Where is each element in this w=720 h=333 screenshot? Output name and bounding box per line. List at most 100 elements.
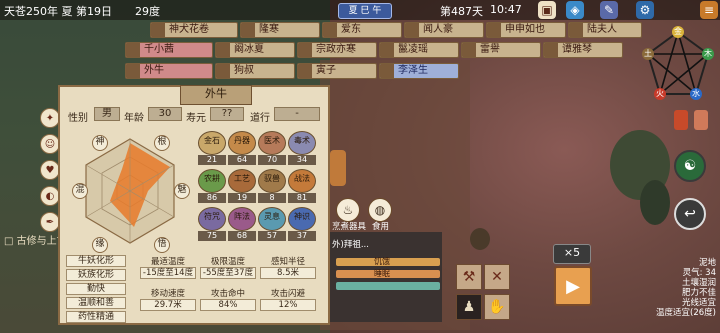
- pink-charm-icon[interactable]: [694, 110, 708, 130]
- tile-temperature: 温度适宜(26度): [656, 308, 716, 318]
- disciple-chip[interactable]: 外牛: [125, 63, 213, 79]
- trait-tag[interactable]: 勤快: [66, 283, 126, 295]
- disciple-chip[interactable]: 陆夫人: [568, 22, 642, 38]
- gender-label: 性别: [68, 113, 88, 124]
- skill-name: 工艺: [234, 174, 250, 183]
- skill-name: 神识: [294, 212, 310, 221]
- map-icon[interactable]: ◈: [566, 1, 584, 19]
- character-panel: 外牛 性别 男 年龄 30 寿元 ?? 道行 - 神 根 魅 悟 缘 混 金石 2…: [58, 85, 330, 325]
- shadow-figure-icon[interactable]: ♟: [456, 294, 482, 320]
- skill-value: 21: [198, 155, 226, 165]
- cook-tool-icon[interactable]: ♨: [336, 198, 360, 222]
- skill-name: 金石: [204, 136, 220, 145]
- age-value: 30: [148, 107, 182, 121]
- hand-icon[interactable]: ✋: [484, 294, 510, 320]
- element-label: 火: [656, 89, 664, 98]
- tile-moisture: 土壤湿润: [681, 278, 716, 288]
- skill-value: 70: [258, 155, 286, 165]
- eat-icon[interactable]: ◍: [368, 198, 392, 222]
- speed-badge[interactable]: ×5: [553, 244, 591, 264]
- skill-slot[interactable]: 符咒 75: [198, 207, 226, 241]
- heart-tab-icon[interactable]: ♥: [40, 160, 60, 180]
- season-badge[interactable]: 夏 巳 午: [338, 3, 392, 19]
- stat-label: 最适温度: [150, 257, 185, 267]
- disciple-chip[interactable]: 神犬花卷: [150, 22, 238, 38]
- skill-slot[interactable]: 工艺 19: [228, 169, 256, 203]
- skill-name: 灵息: [264, 212, 280, 221]
- five-elements-wheel[interactable]: 金 木 水 火 土: [640, 24, 716, 106]
- dig-button-icon[interactable]: ⚒: [456, 264, 482, 290]
- disciple-chip[interactable]: 千小茜: [125, 42, 213, 58]
- attribute-hexagon: 神 根 魅 悟 缘 混: [70, 129, 190, 257]
- stat-value: 8.5米: [260, 267, 316, 279]
- cancel-button-icon[interactable]: ✕: [484, 264, 510, 290]
- red-charm-icon[interactable]: [674, 110, 688, 130]
- stat-label: 攻击命中: [210, 289, 245, 299]
- disciple-chip[interactable]: 阚冰夏: [215, 42, 295, 58]
- character-sprite[interactable]: [330, 150, 346, 186]
- disciple-chip[interactable]: 宗政亦寒: [297, 42, 377, 58]
- disciple-row-1: 神犬花卷 隆寒 爱东 闻人豪 申申如也 陆夫人: [125, 22, 642, 40]
- skill-value: 37: [288, 231, 316, 241]
- disciple-chip[interactable]: 闻人豪: [404, 22, 484, 38]
- taiji-icon[interactable]: ☯: [674, 150, 706, 182]
- disciple-chip[interactable]: 爱东: [322, 22, 402, 38]
- trait-tag[interactable]: 药性精通: [66, 311, 126, 323]
- skill-slot[interactable]: 医术 70: [258, 131, 286, 165]
- skill-value: 75: [198, 231, 226, 241]
- stat-value: 29.7米: [140, 299, 196, 311]
- save-icon[interactable]: ▣: [538, 1, 556, 19]
- skill-slot[interactable]: 丹器 64: [228, 131, 256, 165]
- stat-label: 攻击闪避: [270, 289, 305, 299]
- skill-value: 57: [258, 231, 286, 241]
- meditating-figure-icon[interactable]: [470, 228, 490, 250]
- play-button-icon[interactable]: ▶: [554, 266, 592, 306]
- disciple-chip[interactable]: 狗叔: [215, 63, 295, 79]
- skill-slot[interactable]: 神识 37: [288, 207, 316, 241]
- gear-icon[interactable]: ⚙: [636, 1, 654, 19]
- clock-label: 10:47: [490, 3, 522, 16]
- back-arrow-icon[interactable]: ↩: [674, 198, 706, 230]
- skill-slot[interactable]: 农耕 86: [198, 169, 226, 203]
- stat-value: 12%: [260, 299, 316, 311]
- scroll-tab-icon[interactable]: ✒: [40, 212, 60, 232]
- info-tab-icon[interactable]: ✦: [40, 108, 60, 128]
- gender-value: 男: [94, 107, 120, 121]
- skill-slot[interactable]: 毒术 34: [288, 131, 316, 165]
- cook-label: 烹煮器具: [332, 222, 367, 232]
- hexagon-chart: [85, 138, 175, 244]
- disciple-row-3: 外牛 狗叔 寅子 李泽生: [125, 63, 565, 81]
- element-label: 水: [692, 89, 700, 98]
- disciple-chip[interactable]: 寅子: [297, 63, 377, 79]
- skill-slot[interactable]: 战法 81: [288, 169, 316, 203]
- hex-label: 神: [92, 135, 108, 151]
- disciple-chip[interactable]: 谭雅琴: [543, 42, 623, 58]
- disciple-chip[interactable]: 李泽生: [379, 63, 459, 79]
- tree-trunk-icon: [640, 180, 670, 225]
- scroll-icon[interactable]: ≡: [700, 1, 718, 19]
- path-label: 道行: [250, 113, 270, 124]
- trait-tag[interactable]: 牛妖化形: [66, 255, 126, 267]
- trait-tag[interactable]: 妖族化形: [66, 269, 126, 281]
- skill-name: 丹器: [234, 136, 250, 145]
- stat-label: 感知半径: [270, 257, 305, 267]
- face-tab-icon[interactable]: ☺: [40, 134, 60, 154]
- skill-value: 81: [288, 193, 316, 203]
- energy-bar: [336, 282, 440, 290]
- stat-value: -15度至14度: [140, 267, 196, 279]
- trait-tag[interactable]: 温顺和善: [66, 297, 126, 309]
- disciple-chip[interactable]: 鬣凌瑶: [379, 42, 459, 58]
- skill-slot[interactable]: 金石 21: [198, 131, 226, 165]
- disciple-chip[interactable]: 申申如也: [486, 22, 566, 38]
- skill-slot[interactable]: 驭兽 8: [258, 169, 286, 203]
- element-label: 土: [644, 49, 652, 58]
- disciple-row-2: 千小茜 阚冰夏 宗政亦寒 鬣凌瑶 雷譽 谭雅琴: [125, 42, 623, 60]
- hex-label: 根: [154, 135, 170, 151]
- disciple-chip[interactable]: 隆寒: [240, 22, 320, 38]
- tile-info-panel: 泥地 灵气: 34 土壤湿润 肥力不佳 光线适宜 温度适宜(26度): [652, 258, 720, 318]
- skill-slot[interactable]: 灵息 57: [258, 207, 286, 241]
- palette-icon[interactable]: ✎: [600, 1, 618, 19]
- skill-slot[interactable]: 阵法 68: [228, 207, 256, 241]
- disciple-chip[interactable]: 雷譽: [461, 42, 541, 58]
- bag-tab-icon[interactable]: ◐: [40, 186, 60, 206]
